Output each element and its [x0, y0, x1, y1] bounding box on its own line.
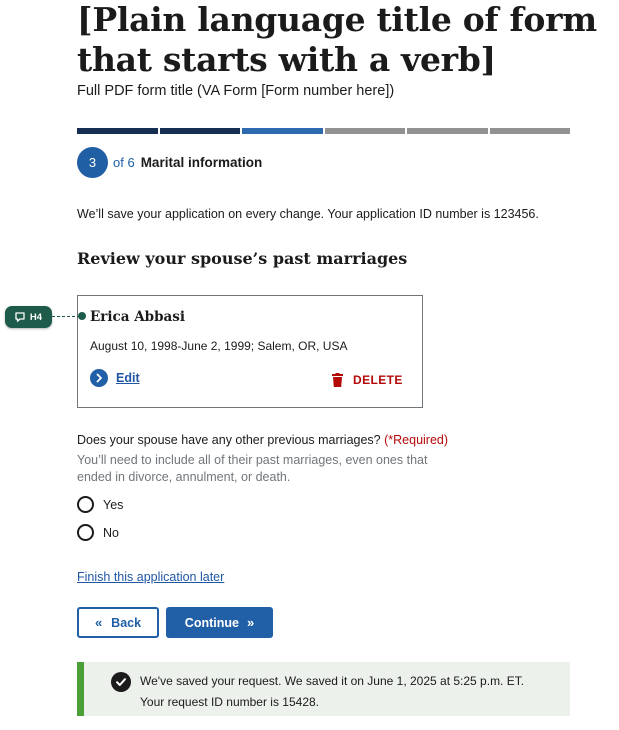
- radio-label-no: No: [103, 525, 119, 540]
- delete-button[interactable]: DELETE: [332, 373, 403, 387]
- progress-segment-2: [159, 128, 240, 134]
- radio-option-yes[interactable]: Yes: [77, 496, 123, 513]
- step-indicator: 3 of 6 Marital information: [77, 147, 262, 178]
- annotation-connector: [52, 316, 80, 317]
- annotation-anchor-dot: [78, 312, 86, 320]
- card-details: August 10, 1998-June 2, 1999; Salem, OR,…: [90, 339, 348, 353]
- marriage-card: Erica Abbasi August 10, 1998-June 2, 199…: [77, 295, 423, 408]
- edit-link[interactable]: Edit: [90, 369, 140, 387]
- back-button[interactable]: « Back: [77, 607, 159, 638]
- progress-segment-3: [242, 128, 323, 134]
- back-button-label: Back: [111, 615, 142, 630]
- alert-line-1: We've saved your request. We saved it on…: [140, 674, 525, 688]
- card-heading: Erica Abbasi: [90, 309, 186, 325]
- finish-later-link[interactable]: Finish this application later: [77, 570, 224, 584]
- continue-button[interactable]: Continue »: [166, 607, 273, 638]
- question-label: Does your spouse have any other previous…: [77, 433, 448, 447]
- radio-button[interactable]: [77, 524, 94, 541]
- edit-link-label: Edit: [116, 371, 140, 385]
- progress-segment-4: [324, 128, 405, 134]
- form-subtitle: Full PDF form title (VA Form [Form numbe…: [77, 83, 395, 99]
- heading-level-annotation: H4: [5, 306, 52, 328]
- progress-segment-6: [489, 128, 570, 134]
- annotation-label: H4: [29, 311, 43, 323]
- step-number-badge: 3: [77, 147, 108, 178]
- question-hint: You’ll need to include all of their past…: [77, 453, 428, 484]
- step-of-total: of 6: [113, 155, 135, 170]
- radio-option-no[interactable]: No: [77, 524, 119, 541]
- radio-label-yes: Yes: [103, 497, 124, 512]
- delete-button-label: DELETE: [353, 373, 403, 387]
- page-title: [Plain language title of form that start…: [77, 0, 597, 79]
- comment-icon: [15, 312, 25, 322]
- radio-button[interactable]: [77, 496, 94, 513]
- continue-button-label: Continue: [184, 615, 239, 630]
- autosave-note: We’ll save your application on every cha…: [77, 207, 539, 221]
- success-alert: We've saved your request. We saved it on…: [77, 662, 570, 716]
- required-marker: (*Required): [384, 433, 449, 447]
- segmented-progress-bar: [77, 128, 570, 134]
- trash-icon: [332, 373, 343, 387]
- section-heading: Review your spouse’s past marriages: [77, 249, 408, 268]
- step-label: Marital information: [140, 155, 263, 170]
- progress-segment-5: [407, 128, 488, 134]
- double-chevron-left-icon: «: [94, 615, 103, 630]
- alert-line-2: Your request ID number is 15428.: [140, 695, 319, 709]
- check-circle-icon: [111, 672, 131, 692]
- question-text: Does your spouse have any other previous…: [77, 433, 381, 447]
- double-chevron-right-icon: »: [246, 615, 255, 630]
- chevron-right-circle-icon: [90, 369, 108, 387]
- progress-segment-1: [77, 128, 158, 134]
- alert-message: We've saved your request. We saved it on…: [140, 671, 524, 713]
